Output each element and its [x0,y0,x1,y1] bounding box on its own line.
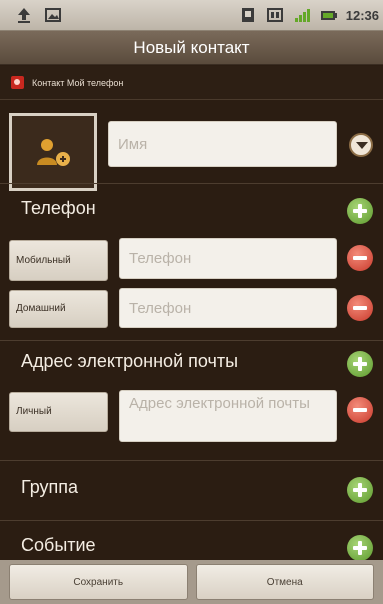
status-right: 12:36 [238,5,379,25]
action-bar: Сохранить Отмена [0,560,383,604]
phone-section-title: Телефон [21,198,96,218]
battery-icon [319,5,339,25]
divider [0,520,383,521]
email-input[interactable]: Адрес электронной почты [119,390,337,442]
add-contact-icon [37,139,70,166]
account-row[interactable]: Контакт Мой телефон [0,66,383,100]
group-section-title: Группа [21,477,79,497]
page-title: Новый контакт [133,37,250,57]
add-group-button[interactable] [347,477,373,503]
name-input[interactable]: Имя [108,121,337,167]
add-phone-button[interactable] [347,198,373,224]
email-section-title: Адрес электронной почты [21,351,239,371]
divider [0,183,383,184]
picture-icon [43,5,63,25]
upload-icon [14,5,34,25]
contact-account-icon [11,76,24,89]
save-button[interactable]: Сохранить [9,564,188,600]
signal-icon [292,5,312,25]
cancel-button[interactable]: Отмена [195,564,374,600]
status-bar: 12:36 [0,0,383,31]
contact-photo-button[interactable] [9,113,97,191]
sim-icon [238,5,258,25]
contact-form: Имя Телефон Мобильный Телефон Домашний Т… [0,100,383,561]
divider [0,460,383,461]
add-email-button[interactable] [347,351,373,377]
status-left [14,5,63,25]
event-section-title: Событие [21,535,96,555]
remove-phone-mobile-button[interactable] [347,245,373,271]
phone-input-mobile[interactable]: Телефон [119,238,337,279]
account-label: Контакт Мой телефон [32,77,124,88]
title-bar: Новый контакт [0,31,383,65]
phone-type-mobile[interactable]: Мобильный [9,240,108,281]
remove-phone-home-button[interactable] [347,295,373,321]
phone-type-home[interactable]: Домашний [9,290,108,328]
add-event-button[interactable] [347,535,373,561]
status-time: 12:36 [345,7,379,23]
network-icon [265,5,285,25]
email-type-personal[interactable]: Личный [9,392,108,432]
phone-input-home[interactable]: Телефон [119,288,337,328]
remove-email-button[interactable] [347,397,373,423]
expand-name-button[interactable] [349,133,373,157]
divider [0,340,383,341]
